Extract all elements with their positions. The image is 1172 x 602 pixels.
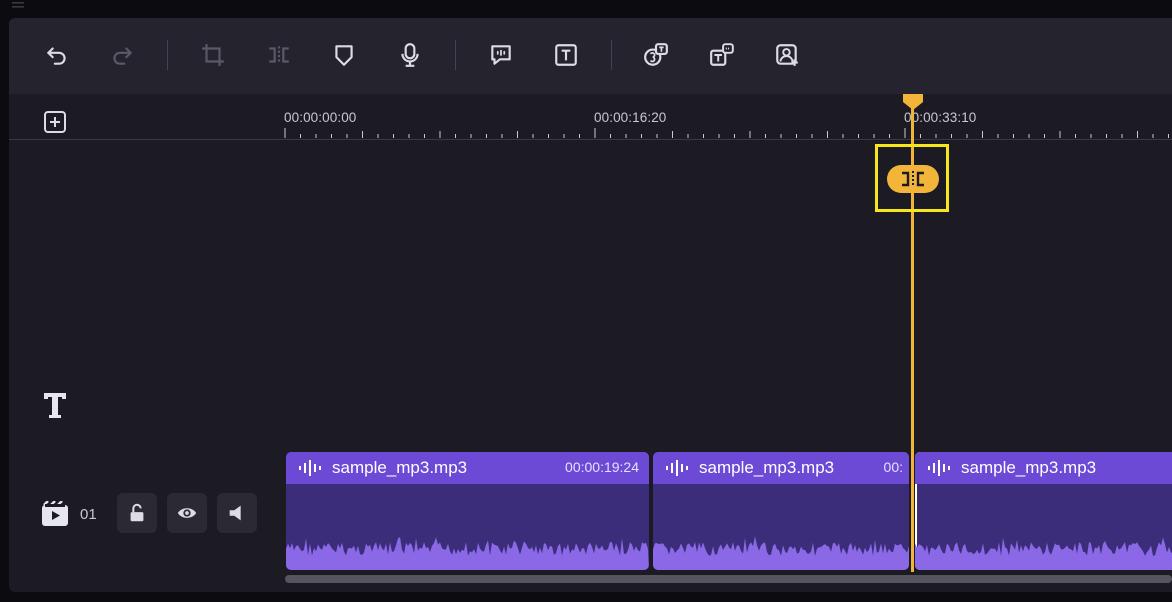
speaker-icon — [229, 505, 241, 521]
eye-icon — [177, 508, 197, 518]
clip-header: sample_mp3.mp3 00:00:19:24 — [286, 452, 649, 484]
clip-name: sample_mp3.mp3 — [332, 458, 468, 477]
playhead-handle-icon[interactable] — [901, 94, 925, 110]
clip-name: sample_mp3.mp3 — [961, 458, 1097, 477]
audio-clip[interactable]: sample_mp3.mp3 00:00:19:24 — [286, 452, 649, 570]
lock-icon — [130, 503, 144, 522]
window-grip-icon[interactable] — [8, 0, 28, 12]
audio-clip-selected[interactable]: sample_mp3.mp3 — [915, 452, 1172, 570]
clip-header: sample_mp3.mp3 — [915, 452, 1172, 484]
clip-waveform — [653, 536, 909, 570]
split-icon — [902, 171, 924, 187]
clip-name: sample_mp3.mp3 — [699, 458, 835, 477]
toggle-visibility-button[interactable] — [167, 493, 207, 533]
clip-duration: 00: — [883, 459, 903, 475]
clip-duration: 00:00:19:24 — [565, 459, 639, 475]
clip-waveform — [915, 537, 1172, 570]
horizontal-scrollbar[interactable] — [285, 575, 1172, 583]
mute-track-button[interactable] — [217, 493, 257, 533]
clip-waveform — [286, 537, 649, 570]
timeline-panel: 00:00:00:00 00:00:16:20 00:00:33:10 01 s… — [9, 18, 1172, 592]
audio-waveform-icon — [299, 460, 321, 476]
text-track-icon — [44, 393, 66, 418]
playhead-split-button[interactable] — [887, 165, 939, 193]
audio-waveform-icon — [666, 460, 688, 476]
ruler-ticks — [284, 128, 1169, 138]
video-track-icon — [42, 501, 68, 526]
lock-track-button[interactable] — [117, 493, 157, 533]
clip-header: sample_mp3.mp3 00: — [653, 452, 909, 484]
audio-waveform-icon — [928, 460, 950, 476]
audio-clip[interactable]: sample_mp3.mp3 00: — [653, 452, 909, 570]
track-number: 01 — [80, 506, 97, 523]
